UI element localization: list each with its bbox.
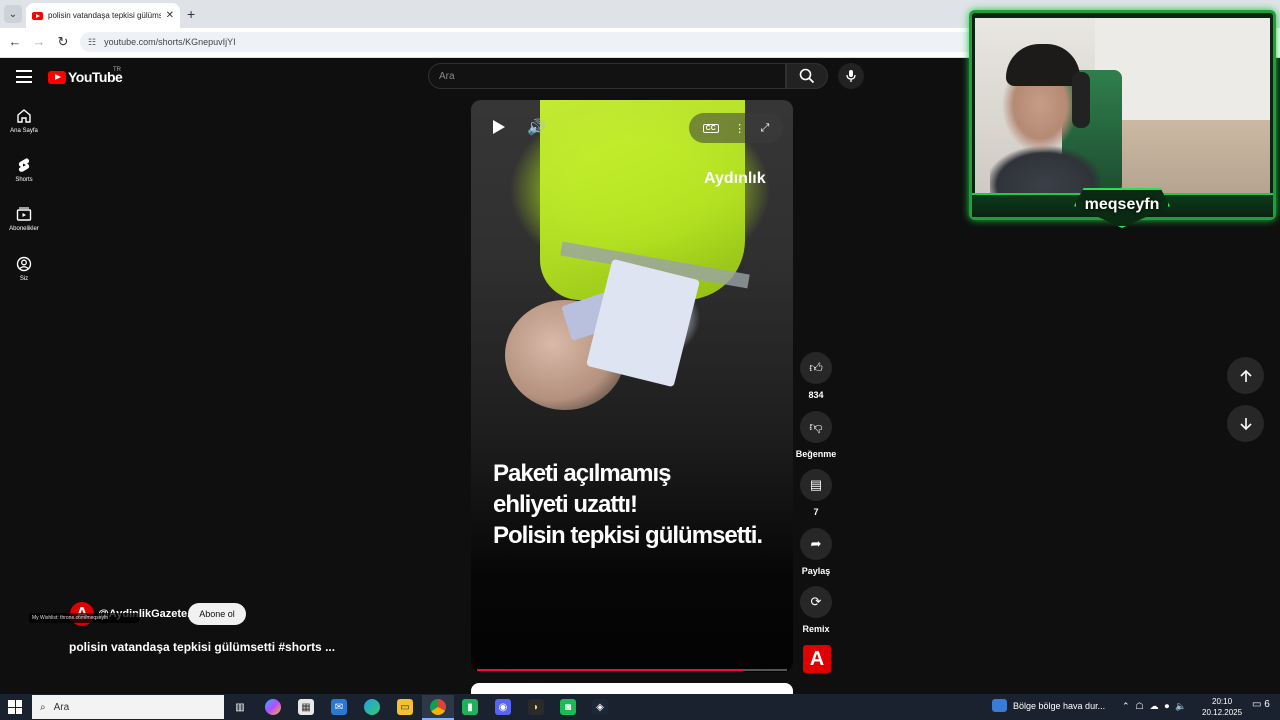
- news-weather-icon: [992, 699, 1007, 712]
- taskbar-clock[interactable]: 20:10 20.12.2025: [1202, 696, 1242, 718]
- comment-icon: ▤: [800, 469, 832, 501]
- copilot-icon[interactable]: [265, 699, 281, 715]
- stream-wishlist-overlay: My Wishlist: throne.com/meqseyfn: [29, 613, 139, 623]
- url-text[interactable]: youtube.com/shorts/KGnepuvIjYI: [104, 37, 236, 47]
- comments-button[interactable]: ▤ 7: [796, 469, 836, 517]
- search-placeholder: Ara: [439, 70, 455, 82]
- app-icon[interactable]: ◗: [528, 699, 544, 715]
- remix-button[interactable]: ⟳ Remix: [796, 586, 836, 634]
- system-tray[interactable]: ⌃ ☖ ☁ ⏺ 🔈: [1122, 701, 1186, 712]
- weather-widget[interactable]: Bölge bölge hava dur...: [992, 699, 1105, 712]
- weather-text: Bölge bölge hava dur...: [1013, 700, 1106, 711]
- remix-icon: ⟳: [800, 586, 832, 618]
- microphone-icon: [846, 70, 856, 82]
- search-icon: ⌕: [40, 701, 46, 713]
- back-arrow-icon[interactable]: ←: [7, 34, 23, 50]
- dislike-button[interactable]: 👎︎ Beğenme: [796, 411, 836, 459]
- tab-search-button[interactable]: ⌄: [4, 5, 22, 23]
- more-options-icon[interactable]: ⋮: [734, 122, 745, 135]
- notification-count: 6: [1264, 699, 1270, 710]
- play-icon[interactable]: [490, 119, 506, 135]
- reload-icon[interactable]: ↻: [55, 34, 71, 50]
- comment-count: 7: [813, 507, 819, 517]
- next-short-button[interactable]: [1227, 405, 1264, 442]
- sheets-icon[interactable]: ▮: [462, 699, 478, 715]
- account-circle-icon: [16, 256, 32, 272]
- file-explorer-icon[interactable]: ▭: [397, 699, 413, 715]
- home-icon: [17, 109, 31, 123]
- headphones-icon: [1072, 72, 1090, 128]
- tab-close-icon[interactable]: ✕: [166, 10, 174, 21]
- new-tab-button[interactable]: +: [187, 6, 195, 22]
- taskbar-search-label: Ara: [53, 701, 70, 713]
- streamer-name: meqseyfn: [1084, 196, 1160, 213]
- volume-icon[interactable]: 🔈: [1175, 701, 1186, 712]
- forward-arrow-icon[interactable]: →: [31, 34, 47, 50]
- sidebar-item-subscriptions[interactable]: Abonelikler: [0, 206, 48, 232]
- player-controls-pill: CC ⋮ ⤢: [689, 113, 783, 143]
- video-title[interactable]: polisin vatandaşa tepkisi gülümsetti #sh…: [69, 640, 335, 654]
- tab-title: polisin vatandaşa tepkisi gülümsetti: [48, 11, 161, 20]
- sidebar-item-label: Shorts: [15, 177, 33, 183]
- hamburger-menu-icon[interactable]: [16, 70, 32, 83]
- store-icon[interactable]: ▦: [298, 699, 314, 715]
- youtube-favicon-icon: [32, 11, 43, 20]
- search-button[interactable]: [786, 63, 828, 89]
- clock-date: 20.12.2025: [1202, 708, 1243, 717]
- clock-time: 20:10: [1212, 697, 1233, 706]
- remix-label: Remix: [802, 624, 830, 634]
- discord-icon[interactable]: ◉: [495, 699, 511, 715]
- notification-center[interactable]: ▭ 6: [1252, 699, 1270, 710]
- address-bar[interactable]: ☷ youtube.com/shorts/KGnepuvIjYI: [80, 32, 980, 52]
- search-input[interactable]: Ara: [428, 63, 786, 89]
- thumbs-up-icon: 👍︎: [800, 352, 832, 384]
- previous-short-button[interactable]: [1227, 357, 1264, 394]
- arrow-down-icon: [1239, 417, 1252, 430]
- chrome-icon[interactable]: [430, 699, 446, 715]
- dislike-label: Beğenme: [795, 449, 837, 459]
- subscribe-button[interactable]: Abone ol: [188, 603, 246, 625]
- video-caption: Paketi açılmamış ehliyeti uzattı! Polisi…: [493, 460, 763, 549]
- closed-captions-icon[interactable]: CC: [702, 123, 719, 133]
- sidebar-item-label: Ana Sayfa: [10, 128, 38, 134]
- youtube-play-logo-icon: [48, 70, 66, 84]
- video-watermark: Aydınlık: [704, 170, 766, 187]
- app-icon[interactable]: ◙: [560, 699, 576, 715]
- share-label: Paylaş: [801, 566, 831, 576]
- like-button[interactable]: 👍︎ 834: [796, 352, 836, 400]
- browser-tab-active[interactable]: polisin vatandaşa tepkisi gülümsetti ✕: [26, 3, 180, 28]
- sidebar-item-shorts[interactable]: Shorts: [0, 157, 48, 183]
- youtube-logo[interactable]: YouTube: [48, 69, 123, 85]
- edge-icon[interactable]: [364, 699, 380, 715]
- sidebar-item-label: Abonelikler: [9, 226, 39, 232]
- chevron-up-icon[interactable]: ⌃: [1122, 701, 1130, 712]
- steam-icon[interactable]: ◈: [592, 699, 608, 715]
- channel-logo-thumbnail[interactable]: A: [803, 645, 831, 673]
- task-view-icon[interactable]: ▥: [232, 699, 248, 715]
- microphone-icon[interactable]: ⏺: [1165, 701, 1170, 712]
- notification-icon: ▭: [1252, 699, 1262, 710]
- like-count: 834: [808, 390, 824, 400]
- windows-start-icon[interactable]: [8, 700, 22, 714]
- country-code: TR: [113, 67, 121, 73]
- thumbs-down-icon: 👎︎: [800, 411, 832, 443]
- site-info-icon[interactable]: ☷: [88, 37, 96, 48]
- fullscreen-icon[interactable]: ⤢: [760, 122, 769, 135]
- voice-search-button[interactable]: [838, 63, 864, 89]
- arrow-up-icon: [1239, 369, 1252, 382]
- progress-bar-fill: [477, 669, 744, 671]
- share-button[interactable]: ➦ Paylaş: [796, 528, 836, 576]
- shorts-icon: [18, 158, 30, 172]
- share-arrow-icon: ➦: [800, 528, 832, 560]
- mail-icon[interactable]: ✉: [331, 699, 347, 715]
- sidebar-item-label: Siz: [19, 276, 29, 282]
- taskbar-search[interactable]: ⌕ Ara: [32, 695, 224, 719]
- search-icon: [799, 68, 815, 84]
- network-icon[interactable]: ☖: [1136, 701, 1144, 712]
- sidebar-item-home[interactable]: Ana Sayfa: [0, 108, 48, 134]
- volume-icon[interactable]: 🔊: [527, 118, 546, 136]
- sidebar-item-you[interactable]: Siz: [0, 256, 48, 282]
- cloud-icon[interactable]: ☁: [1150, 701, 1159, 712]
- subscriptions-icon: [16, 207, 32, 221]
